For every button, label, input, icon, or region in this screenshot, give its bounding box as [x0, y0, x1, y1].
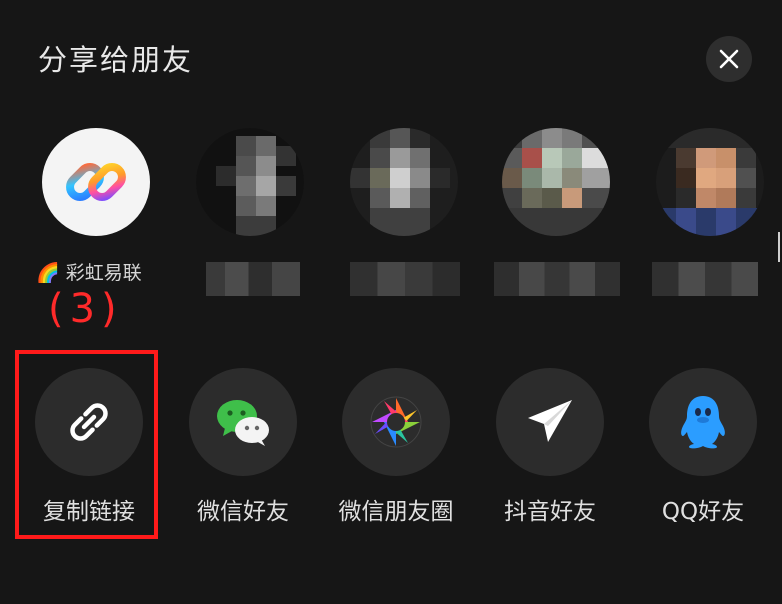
pixelated-avatar: [350, 128, 458, 236]
contact-rainbow-link[interactable]: 🌈 彩虹易联: [28, 128, 158, 298]
action-label: 抖音好友: [504, 499, 596, 525]
contact-5[interactable]: [642, 128, 772, 298]
close-button[interactable]: [706, 36, 752, 82]
avatar: [42, 128, 150, 236]
contact-2[interactable]: [182, 128, 312, 298]
wechat-moments-button[interactable]: 微信朋友圈: [320, 368, 470, 528]
qq-friend-button[interactable]: QQ好友: [627, 368, 777, 528]
wechat-icon: [217, 400, 269, 446]
pixelated-avatar: [502, 128, 610, 236]
paper-plane-icon: [528, 400, 572, 442]
contact-4[interactable]: [488, 128, 620, 298]
scroll-indicator[interactable]: [778, 232, 780, 262]
pixelated-avatar: [656, 128, 764, 236]
action-label: 微信朋友圈: [338, 499, 454, 525]
action-label: 微信好友: [197, 499, 289, 525]
contact-name-blurred: [494, 262, 620, 296]
rainbow-emoji: 🌈: [36, 262, 60, 284]
close-icon: [719, 49, 739, 69]
contact-name-blurred: [652, 262, 758, 296]
page-title: 分享给朋友: [38, 43, 194, 77]
qq-penguin-icon: [681, 396, 725, 449]
contact-3[interactable]: [336, 128, 466, 298]
moments-icon: [370, 396, 422, 448]
share-sheet: 分享给朋友 🌈 彩虹易联 (3) 复制链接 微信好友 微信朋友圈 抖音好友 QQ…: [0, 0, 782, 604]
step-annotation: (3): [48, 286, 123, 332]
rainbow-link-logo-icon: [66, 163, 126, 201]
action-label: QQ好友: [661, 499, 745, 525]
pixelated-avatar: [196, 128, 304, 236]
douyin-friend-button[interactable]: 抖音好友: [474, 368, 624, 528]
contact-name-blurred: [350, 262, 460, 296]
contact-name: 彩虹易联: [65, 262, 142, 284]
contact-name-blurred: [206, 262, 300, 296]
highlight-annotation-box: [15, 350, 158, 539]
wechat-friend-button[interactable]: 微信好友: [167, 368, 317, 528]
